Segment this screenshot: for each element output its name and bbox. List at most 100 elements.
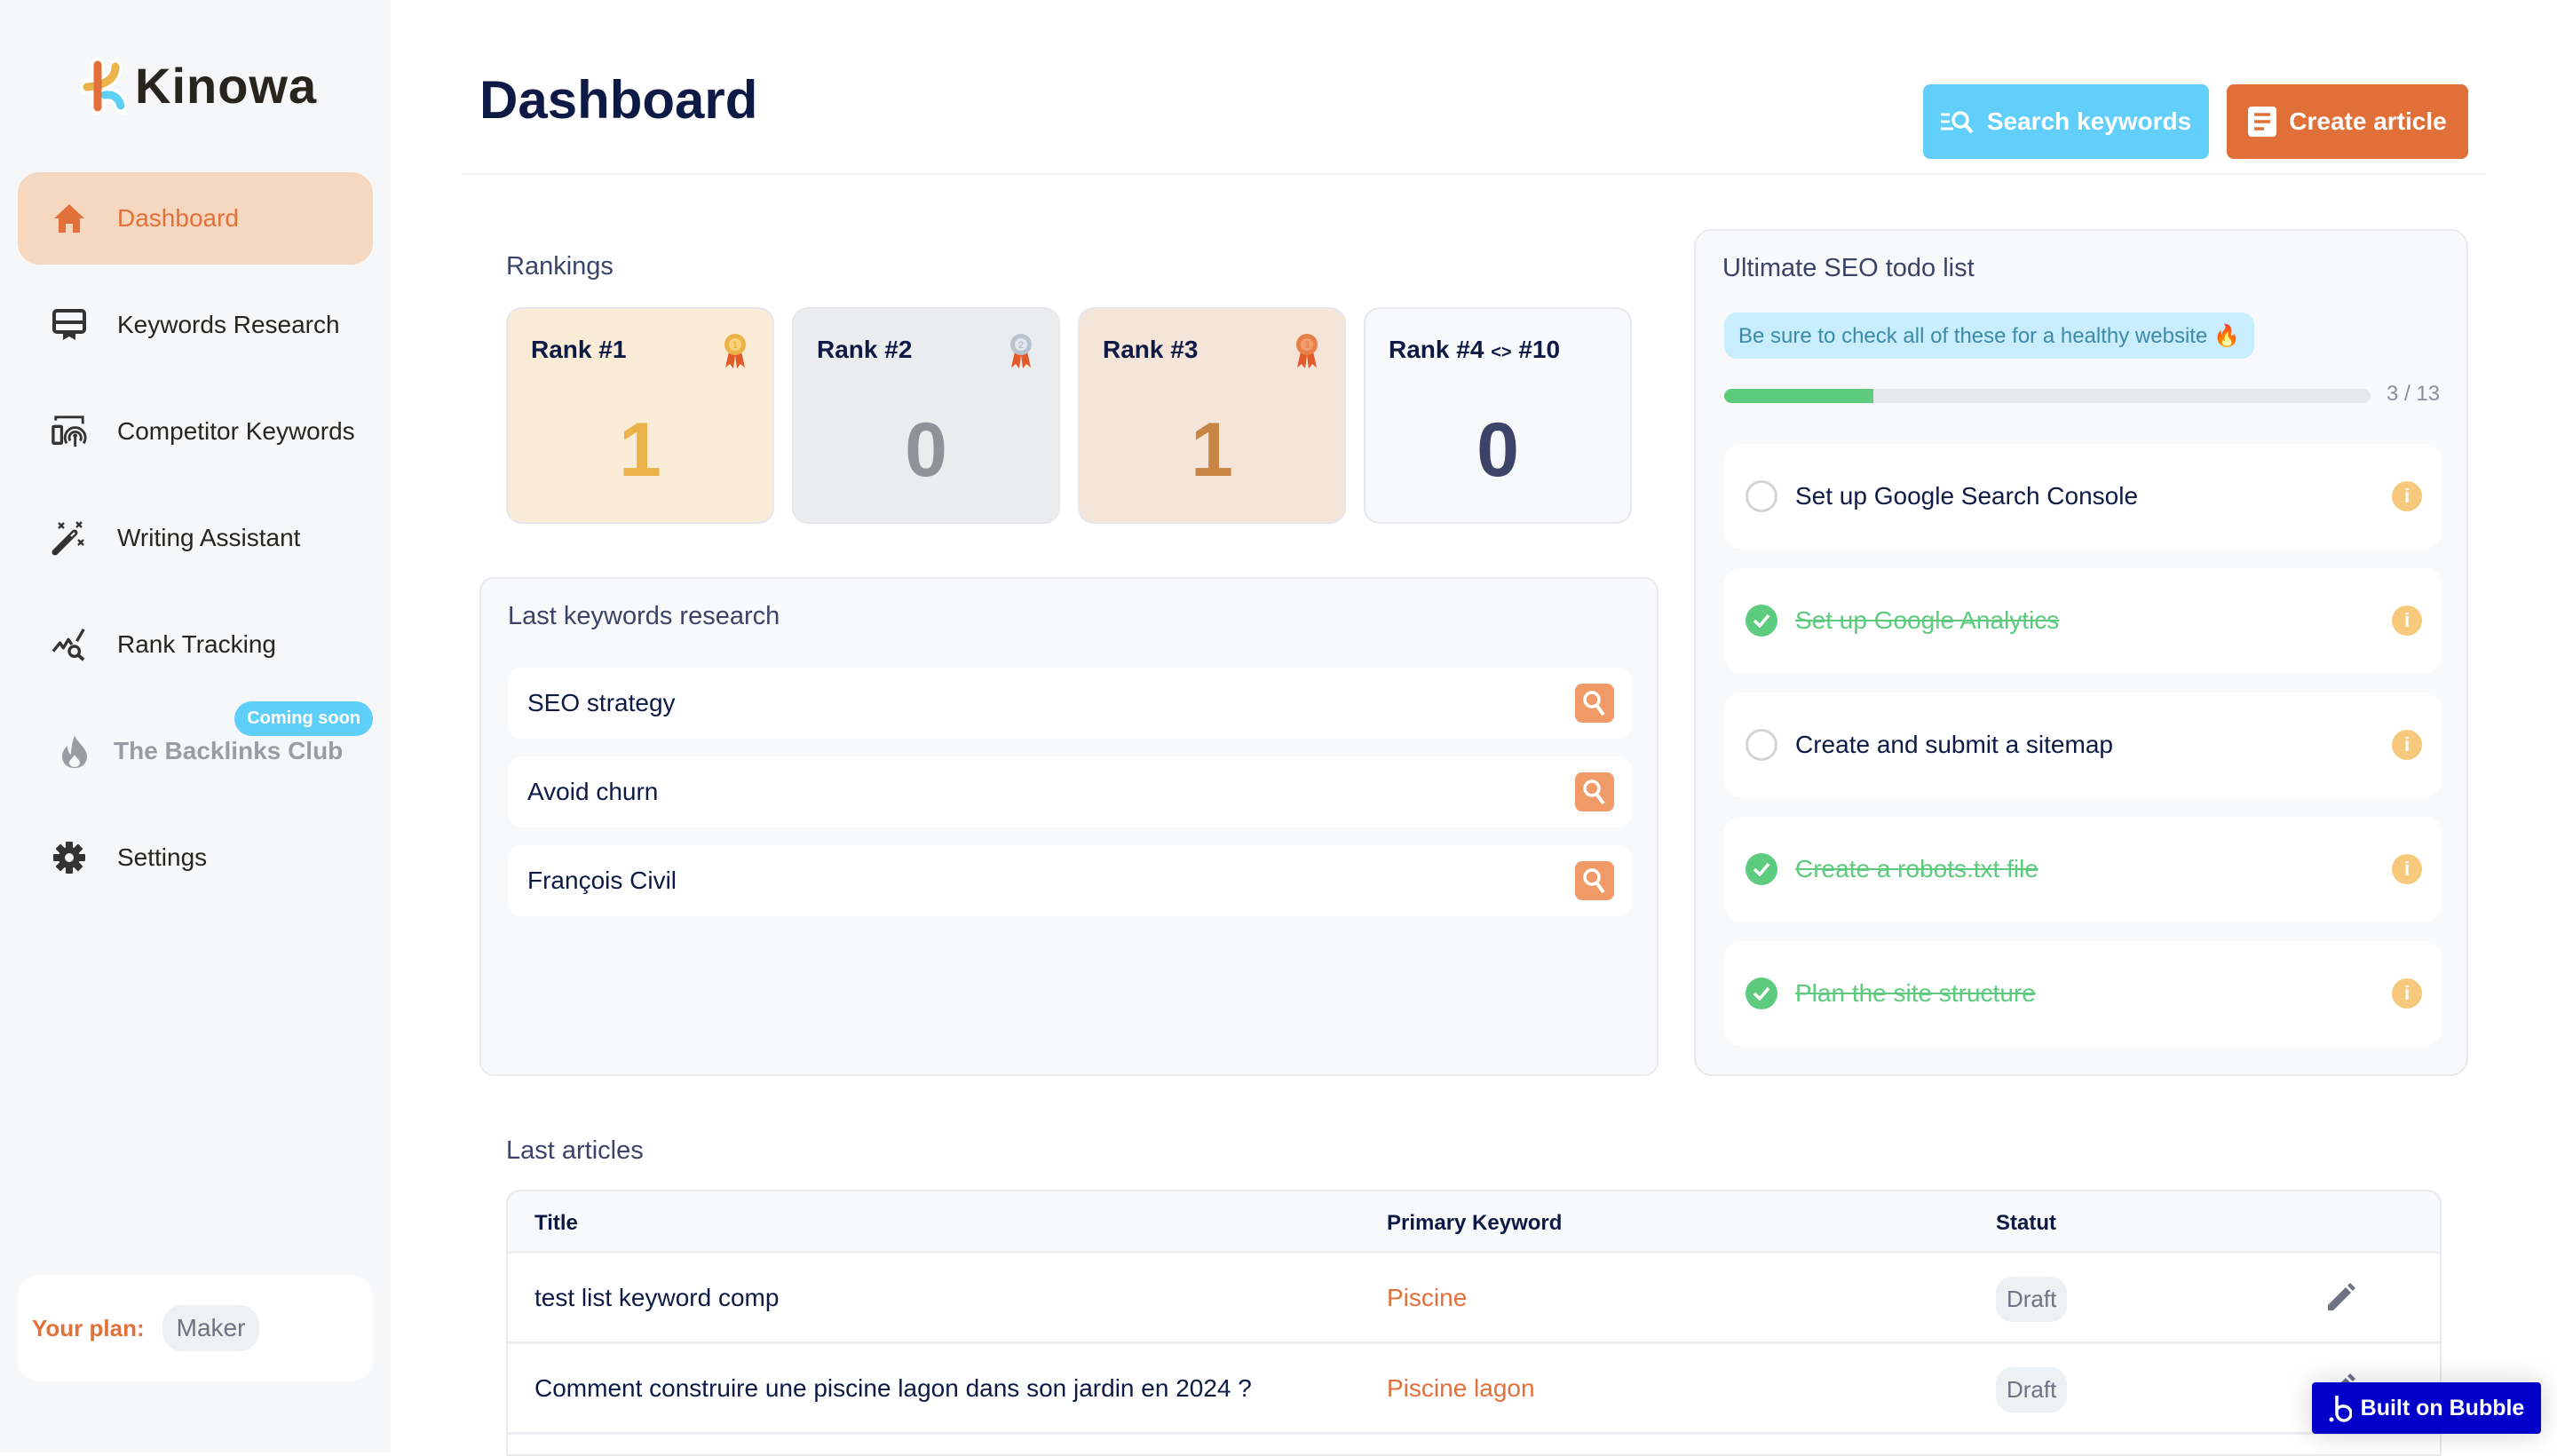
app-name: Kinowa (135, 58, 318, 114)
sidebar-item-competitor-keywords[interactable]: Competitor Keywords (18, 385, 373, 478)
info-icon[interactable]: i (2392, 978, 2422, 1009)
rank-card-label: Rank #3 (1103, 336, 1199, 363)
silver-medal-icon: 2 (1010, 334, 1032, 368)
keyword-list-item[interactable]: Avoid churn (508, 756, 1632, 827)
seo-todo-panel: Ultimate SEO todo list Be sure to check … (1694, 229, 2468, 1076)
sidebar-item-writing-assistant[interactable]: Writing Assistant (18, 492, 373, 584)
rank-card: Rank #2 2 0 (792, 307, 1060, 524)
sidebar: Kinowa Dashboard Keywords Research Compe… (0, 0, 391, 1452)
last-keywords-panel: Last keywords research SEO strategy Avoi… (479, 577, 1658, 1076)
logo[interactable]: Kinowa (78, 57, 317, 115)
bronze-medal-icon: 3 (1296, 334, 1318, 368)
rank-card-value: 1 (1191, 408, 1233, 493)
competitor-broadcast-icon (51, 414, 87, 449)
todo-checkbox-checked[interactable] (1746, 977, 1777, 1009)
rank-card: Rank #4 <> #10 0 (1364, 307, 1632, 524)
todo-checkbox-unchecked[interactable] (1746, 480, 1777, 512)
gold-medal-icon: 1 (724, 334, 746, 368)
fire-icon (57, 733, 92, 769)
keyword-text: François Civil (527, 866, 677, 894)
todo-item-label: Create a robots.txt file (1795, 855, 2038, 882)
info-icon[interactable]: i (2392, 730, 2422, 760)
search-keywords-button[interactable]: Search keywords (1923, 84, 2209, 159)
sidebar-item-dashboard[interactable]: Dashboard (18, 172, 373, 265)
column-status: Statut (1996, 1211, 2056, 1235)
articles-table: Title Primary Keyword Statut test list k… (506, 1190, 2442, 1456)
svg-text:3: 3 (1304, 340, 1310, 351)
check-icon (1753, 862, 1770, 876)
magic-wand-icon (51, 520, 87, 556)
rank-card-label: Rank #1 (531, 336, 627, 363)
table-row[interactable]: Comment construire une piscine lagon dan… (508, 1344, 2440, 1435)
rank-card-label: Rank #2 (817, 336, 913, 363)
todo-item: Plan the site structure i (1724, 941, 2442, 1046)
table-row[interactable]: test list keyword comp Piscine Draft (508, 1254, 2440, 1344)
todo-item: Create a robots.txt file i (1724, 817, 2442, 922)
page-title: Dashboard (479, 70, 758, 130)
last-articles-title: Last articles (506, 1136, 644, 1165)
rank-card-label: Rank #4 <> #10 (1389, 336, 1561, 363)
plan-badge[interactable]: Maker (162, 1305, 260, 1351)
sidebar-item-rank-tracking[interactable]: Rank Tracking (18, 598, 373, 691)
check-icon (1753, 613, 1770, 628)
rank-card-value: 0 (905, 408, 947, 493)
article-primary-keyword: Piscine lagon (1387, 1374, 1535, 1402)
keyword-search-button[interactable] (1575, 772, 1614, 811)
table-header: Title Primary Keyword Statut (508, 1191, 2440, 1254)
todo-item-label: Plan the site structure (1795, 979, 2036, 1007)
keyword-search-button[interactable] (1575, 861, 1614, 900)
search-list-icon (1940, 111, 1974, 134)
sidebar-item-label: Writing Assistant (117, 524, 301, 551)
rank-card-value: 1 (619, 408, 661, 493)
info-icon[interactable]: i (2392, 481, 2422, 511)
rank-card: Rank #1 1 1 (506, 307, 774, 524)
edit-pencil-icon[interactable] (2324, 1282, 2356, 1318)
check-icon (1753, 986, 1770, 1001)
header-divider (462, 173, 2486, 175)
sidebar-item-label: Rank Tracking (117, 630, 276, 658)
rank-chart-search-icon (51, 627, 87, 662)
search-icon (1583, 779, 1605, 805)
sidebar-item-keywords-research[interactable]: Keywords Research (18, 279, 373, 371)
info-icon[interactable]: i (2392, 605, 2422, 636)
built-on-bubble-badge[interactable]: Built on Bubble (2312, 1382, 2541, 1434)
todo-checkbox-unchecked[interactable] (1746, 729, 1777, 761)
rank-card: Rank #3 3 1 (1078, 307, 1346, 524)
sidebar-item-label: Settings (117, 843, 208, 871)
rank-card-value: 0 (1476, 408, 1519, 493)
search-icon (1583, 868, 1605, 894)
info-icon[interactable]: i (2392, 854, 2422, 884)
status-badge: Draft (1996, 1277, 2068, 1322)
sidebar-nav: Dashboard Keywords Research Competitor K… (18, 172, 373, 918)
bubble-badge-label: Built on Bubble (2360, 1395, 2525, 1420)
column-primary-keyword: Primary Keyword (1387, 1211, 1563, 1235)
todo-checkbox-checked[interactable] (1746, 605, 1777, 637)
todo-tip: Be sure to check all of these for a heal… (1724, 313, 2254, 359)
todo-title: Ultimate SEO todo list (1722, 254, 1975, 282)
todo-progress-label: 3 / 13 (2387, 382, 2441, 406)
coming-soon-badge: Coming soon (234, 701, 373, 736)
status-badge: Draft (1996, 1367, 2068, 1412)
todo-item: Set up Google Analytics i (1724, 568, 2442, 673)
svg-text:1: 1 (732, 340, 738, 351)
keyword-list-item[interactable]: François Civil (508, 845, 1632, 916)
todo-checkbox-checked[interactable] (1746, 853, 1777, 885)
plan-card: Your plan: Maker (18, 1275, 373, 1381)
sidebar-item-backlinks-club[interactable]: The Backlinks Club Coming soon (18, 701, 373, 797)
search-keywords-label: Search keywords (1986, 107, 2192, 135)
sidebar-item-label: Competitor Keywords (117, 417, 355, 445)
todo-progress-bar (1724, 389, 2371, 403)
sidebar-item-label: Dashboard (117, 204, 239, 232)
todo-item: Set up Google Search Console i (1724, 444, 2442, 549)
home-icon (51, 201, 87, 236)
article-title: test list keyword comp (534, 1284, 780, 1311)
create-article-button[interactable]: Create article (2227, 84, 2468, 159)
rankings-title: Rankings (506, 252, 614, 281)
svg-text:2: 2 (1018, 340, 1024, 351)
todo-progress-fill (1724, 389, 1873, 403)
keyword-search-button[interactable] (1575, 684, 1614, 723)
article-icon (2248, 107, 2277, 137)
keyword-list-item[interactable]: SEO strategy (508, 668, 1632, 739)
gear-icon (51, 840, 87, 875)
sidebar-item-settings[interactable]: Settings (18, 811, 373, 904)
